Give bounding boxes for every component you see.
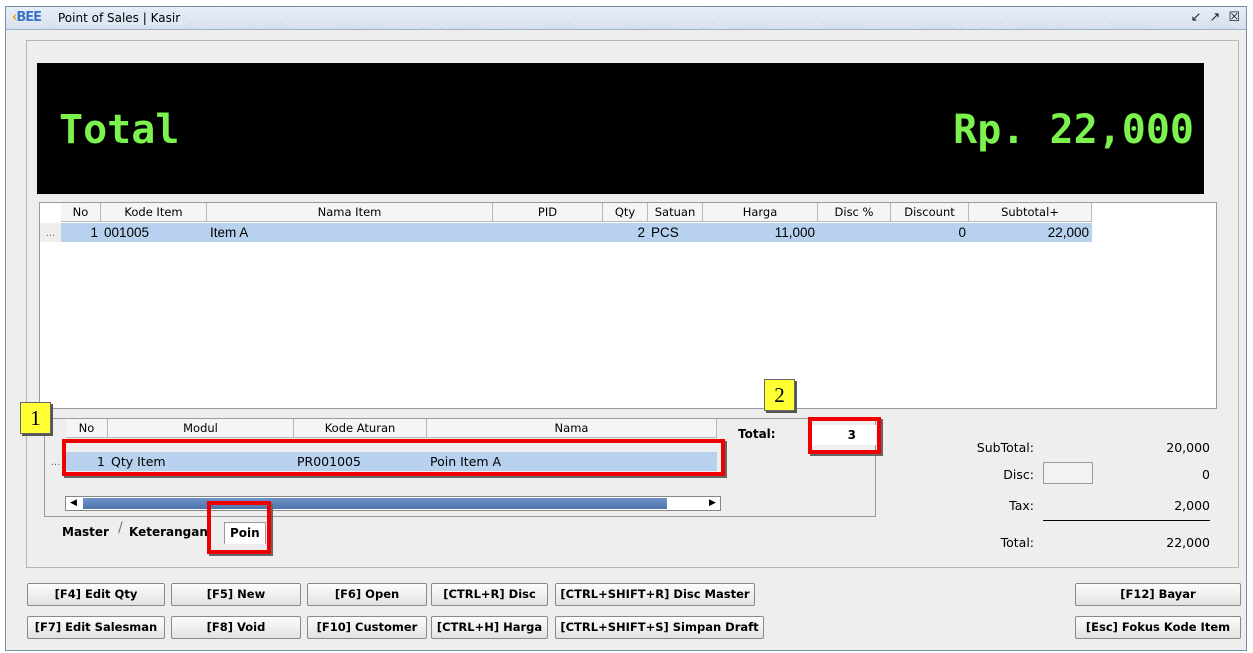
col-satuan[interactable]: Satuan — [648, 203, 703, 222]
col-modul[interactable]: Modul — [108, 419, 294, 438]
col-discount[interactable]: Discount — [891, 203, 969, 222]
col-no[interactable]: No — [61, 203, 101, 222]
disc-label: Disc: — [1003, 467, 1034, 482]
col-harga[interactable]: Harga — [703, 203, 818, 222]
row-handle[interactable]: ... — [40, 223, 62, 242]
tax-label: Tax: — [1009, 498, 1034, 513]
bayar-button[interactable]: [F12] Bayar — [1075, 583, 1241, 606]
col-disc-pct[interactable]: Disc % — [818, 203, 891, 222]
total-summary-label: Total: — [1000, 535, 1034, 550]
col-kode-aturan[interactable]: Kode Aturan — [294, 419, 427, 438]
title-bar[interactable]: ‹BEE Point of Sales | Kasir ↙ ↗ ☒ — [6, 7, 1246, 30]
col-pid[interactable]: PID — [493, 203, 603, 222]
open-button[interactable]: [F6] Open — [307, 583, 427, 606]
tab-keterangan[interactable]: Keterangan — [129, 520, 208, 544]
edit-salesman-button[interactable]: [F7] Edit Salesman — [27, 616, 165, 639]
col-nama-item[interactable]: Nama Item — [207, 203, 493, 222]
col-subtotal[interactable]: Subtotal+ — [969, 203, 1092, 222]
col-nama[interactable]: Nama — [427, 419, 717, 438]
tab-master[interactable]: Master — [62, 520, 109, 544]
marker-2: 2 — [764, 379, 795, 411]
table-row[interactable]: 1 001005 Item A 2 PCS 11,000 0 22,000 — [61, 223, 1092, 242]
harga-button[interactable]: [CTRL+H] Harga — [431, 616, 548, 639]
window-title: Point of Sales | Kasir — [55, 11, 184, 25]
new-button[interactable]: [F5] New — [171, 583, 301, 606]
total-display: Total Rp. 22,000 — [37, 63, 1204, 194]
scroll-thumb[interactable] — [83, 498, 667, 509]
scroll-left-icon[interactable]: ◀ — [66, 497, 81, 510]
fokus-kode-item-button[interactable]: [Esc] Fokus Kode Item — [1075, 616, 1241, 639]
summary-divider — [1043, 520, 1210, 521]
col-qty[interactable]: Qty — [603, 203, 648, 222]
total-summary-value: 22,000 — [1166, 535, 1210, 550]
disc-button[interactable]: [CTRL+R] Disc — [431, 583, 548, 606]
poin-total-label: Total: — [738, 427, 776, 441]
customer-button[interactable]: [F10] Customer — [307, 616, 427, 639]
simpan-draft-button[interactable]: [CTRL+SHIFT+S] Simpan Draft — [555, 616, 764, 639]
highlight-poin-total — [808, 417, 881, 454]
col-poin-no[interactable]: No — [66, 419, 108, 438]
total-label: Total — [59, 107, 180, 153]
highlight-poin-row — [62, 439, 725, 476]
subtotal-value: 20,000 — [1166, 440, 1210, 455]
tab-poin[interactable]: Poin — [224, 522, 266, 544]
marker-1: 1 — [20, 402, 51, 434]
items-table[interactable]: No Kode Item Nama Item PID Qty Satuan Ha… — [39, 202, 1217, 409]
maximize-icon[interactable]: ↗ — [1209, 10, 1220, 25]
items-table-header: No Kode Item Nama Item PID Qty Satuan Ha… — [61, 203, 1092, 222]
col-kode-item[interactable]: Kode Item — [101, 203, 207, 222]
tax-value: 2,000 — [1174, 498, 1210, 513]
minimize-icon[interactable]: ↙ — [1191, 10, 1202, 25]
app-logo: ‹BEE — [12, 10, 42, 25]
total-amount: Rp. 22,000 — [953, 107, 1194, 153]
poin-table-header: No Modul Kode Aturan Nama — [66, 419, 717, 438]
subtotal-label: SubTotal: — [976, 440, 1034, 455]
close-icon[interactable]: ☒ — [1228, 10, 1240, 25]
scroll-right-icon[interactable]: ▶ — [705, 497, 720, 510]
disc-master-button[interactable]: [CTRL+SHIFT+R] Disc Master — [555, 583, 755, 606]
void-button[interactable]: [F8] Void — [171, 616, 301, 639]
edit-qty-button[interactable]: [F4] Edit Qty — [27, 583, 165, 606]
disc-value: 0 — [1202, 467, 1210, 482]
horizontal-scrollbar[interactable]: ◀ ▶ — [65, 496, 721, 511]
